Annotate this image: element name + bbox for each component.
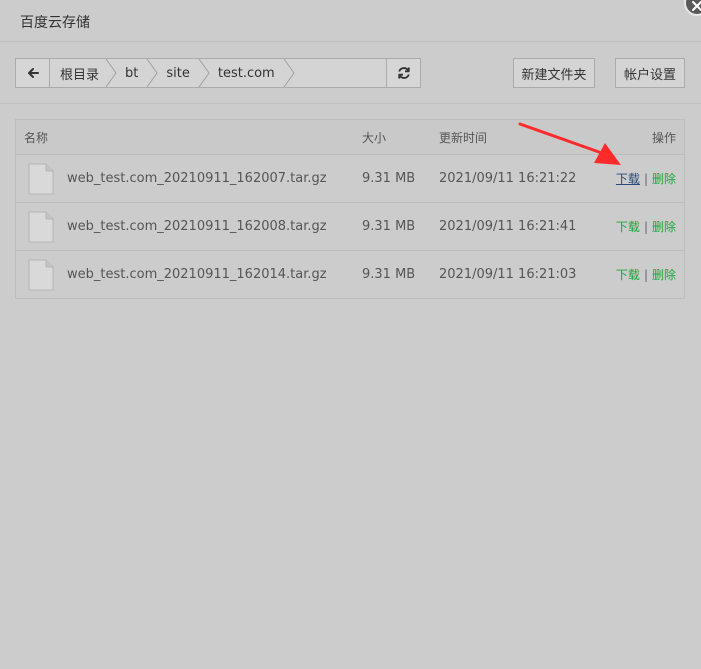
action-separator: | — [643, 267, 648, 282]
file-icon — [28, 259, 54, 290]
column-header-name: 名称 — [24, 130, 49, 145]
account-settings-button[interactable]: 帐户设置 — [615, 58, 685, 88]
window-title: 百度云存储 — [20, 15, 90, 31]
file-updated: 2021/09/11 16:21:03 — [439, 267, 577, 282]
delete-link[interactable]: 删除 — [652, 170, 676, 187]
table-row: web_test.com_20210911_162008.tar.gz 9.31… — [16, 203, 684, 251]
title-bar: 百度云存储 — [0, 0, 701, 42]
breadcrumb-item-root[interactable]: 根目录 — [50, 59, 117, 87]
annotation-arrow-icon — [518, 122, 621, 165]
file-icon — [28, 211, 54, 242]
column-header-actions: 操作 — [651, 130, 676, 145]
breadcrumb-label: test.com — [217, 65, 275, 81]
breadcrumb-label: 根目录 — [60, 67, 100, 83]
back-button[interactable] — [16, 59, 50, 87]
action-separator: | — [643, 219, 648, 234]
file-name: web_test.com_20210911_162014.tar.gz — [67, 267, 327, 282]
file-updated: 2021/09/11 16:21:41 — [439, 219, 577, 234]
breadcrumb-label: site — [166, 65, 190, 81]
breadcrumb: 根目录 bt site test.com — [50, 59, 386, 87]
refresh-icon — [397, 67, 410, 79]
breadcrumb-item-bt[interactable]: bt — [117, 59, 158, 87]
file-size: 9.31 MB — [362, 267, 416, 282]
row-actions: 下载 | 删除 — [616, 203, 676, 250]
file-name: web_test.com_20210911_162007.tar.gz — [67, 171, 327, 186]
breadcrumb-spacer — [295, 59, 386, 87]
row-actions: 下载 | 删除 — [616, 251, 676, 298]
file-size: 9.31 MB — [362, 171, 416, 186]
column-header-updated: 更新时间 — [439, 130, 488, 145]
breadcrumb-item-site[interactable]: site — [158, 59, 210, 87]
breadcrumb-label: bt — [125, 65, 139, 81]
breadcrumb-item-test-com[interactable]: test.com — [210, 59, 295, 87]
file-name: web_test.com_20210911_162008.tar.gz — [67, 219, 327, 234]
toolbar: 根目录 bt site test.com 新建文件夹 帐户设置 — [0, 42, 701, 104]
refresh-button[interactable] — [386, 59, 420, 87]
new-folder-button[interactable]: 新建文件夹 — [513, 58, 595, 88]
table-row: web_test.com_20210911_162014.tar.gz 9.31… — [16, 251, 684, 298]
path-bar: 根目录 bt site test.com — [15, 58, 421, 88]
arrow-left-icon — [27, 68, 39, 78]
file-icon — [28, 163, 54, 194]
chevron-right-icon — [146, 59, 158, 87]
file-size: 9.31 MB — [362, 219, 416, 234]
download-link[interactable]: 下载 — [616, 170, 640, 187]
download-link[interactable]: 下载 — [616, 266, 640, 283]
action-separator: | — [643, 171, 648, 186]
chevron-right-icon — [283, 59, 295, 87]
column-header-size: 大小 — [362, 130, 387, 145]
delete-link[interactable]: 删除 — [652, 218, 676, 235]
chevron-right-icon — [198, 59, 210, 87]
close-icon — [692, 1, 701, 11]
download-link[interactable]: 下载 — [616, 218, 640, 235]
chevron-right-icon — [105, 59, 117, 87]
delete-link[interactable]: 删除 — [652, 266, 676, 283]
